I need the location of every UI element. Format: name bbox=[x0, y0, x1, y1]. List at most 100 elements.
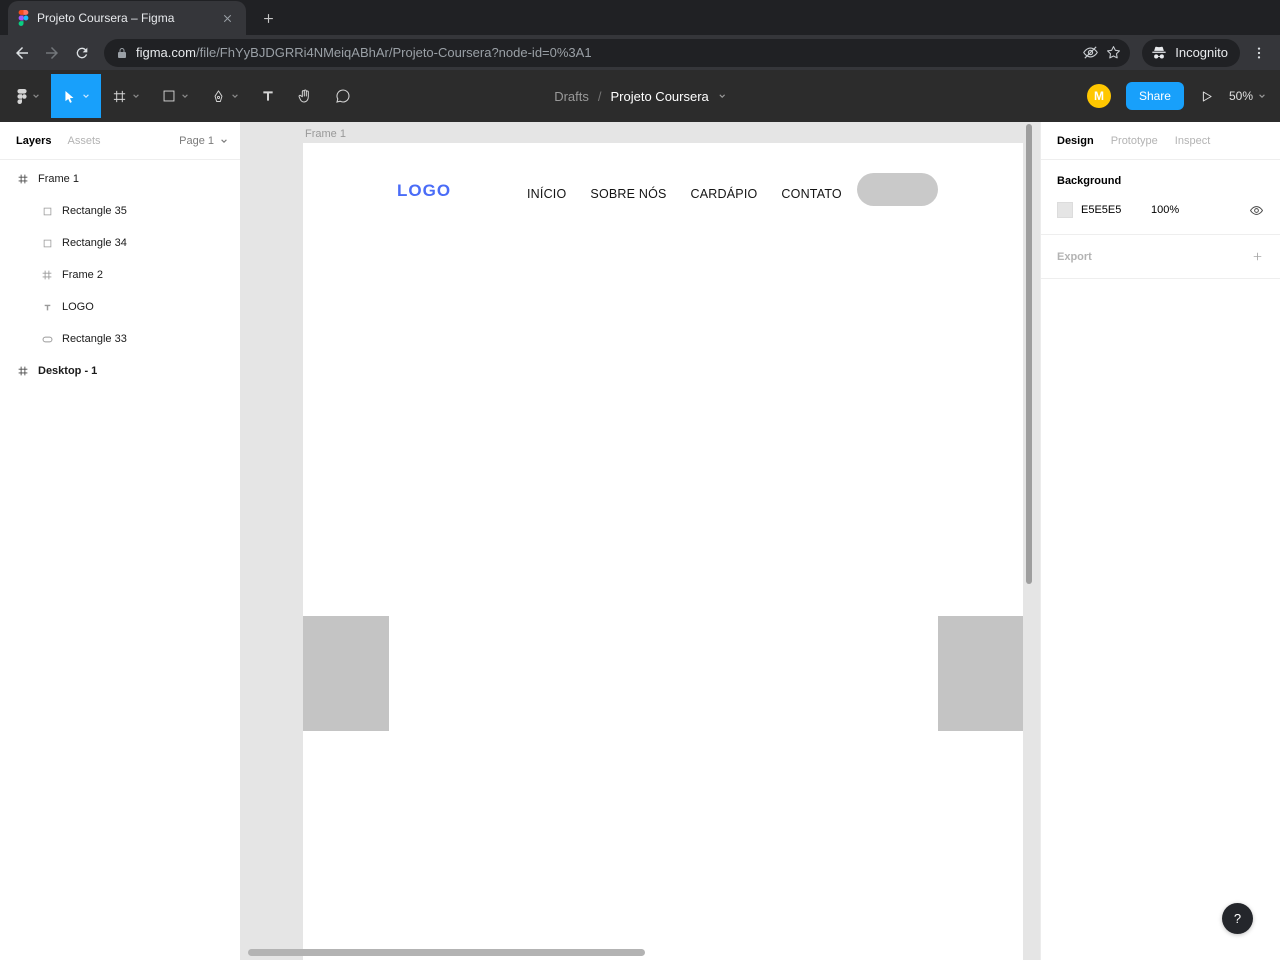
design-nav-item[interactable]: SOBRE NÓS bbox=[590, 188, 666, 201]
rectangle-icon bbox=[41, 239, 53, 248]
incognito-icon bbox=[1150, 44, 1168, 62]
background-opacity-value[interactable]: 100% bbox=[1151, 204, 1179, 216]
layers-panel: Layers Assets Page 1 Frame 1 Rectangle 3… bbox=[0, 122, 240, 960]
frame-name-label[interactable]: Frame 1 bbox=[305, 128, 346, 140]
address-input[interactable]: figma.com/file/FhYyBJDGRRi4NMeiqABhAr/Pr… bbox=[104, 38, 1131, 67]
present-icon[interactable] bbox=[1199, 89, 1214, 104]
tab-design[interactable]: Design bbox=[1057, 135, 1094, 147]
layer-label: Rectangle 34 bbox=[62, 237, 127, 249]
design-nav-item[interactable]: CARDÁPIO bbox=[691, 188, 758, 201]
design-nav-item[interactable]: CONTATO bbox=[781, 188, 841, 201]
vertical-scrollbar[interactable] bbox=[1026, 124, 1032, 584]
frame-icon bbox=[41, 270, 53, 280]
layer-row-desktop-1[interactable]: Desktop - 1 bbox=[0, 355, 240, 387]
chevron-down-icon bbox=[132, 92, 140, 100]
help-button[interactable]: ? bbox=[1222, 903, 1253, 934]
figma-toolbar: Drafts / Projeto Coursera M Share 50% bbox=[0, 70, 1280, 122]
breadcrumb: Drafts / Projeto Coursera bbox=[554, 70, 726, 122]
url-path: /file/FhYyBJDGRRi4NMeiqABhAr/Projeto-Cou… bbox=[195, 45, 592, 60]
frame-icon bbox=[17, 366, 29, 376]
chevron-down-icon bbox=[1258, 92, 1266, 100]
tab-prototype[interactable]: Prototype bbox=[1111, 135, 1158, 147]
page-label: Page 1 bbox=[179, 134, 214, 147]
layer-row-rectangle-34[interactable]: Rectangle 34 bbox=[0, 227, 240, 259]
add-export-icon[interactable] bbox=[1251, 250, 1264, 263]
breadcrumb-drafts[interactable]: Drafts bbox=[554, 89, 589, 104]
inspector-panel: Design Prototype Inspect Background E5E5… bbox=[1040, 122, 1280, 960]
browser-tab-strip: Projeto Coursera – Figma bbox=[0, 0, 1280, 35]
design-nav: INÍCIO SOBRE NÓS CARDÁPIO CONTATO bbox=[527, 188, 842, 201]
layer-label: LOGO bbox=[62, 301, 94, 313]
frame-tool-button[interactable] bbox=[101, 74, 151, 118]
rounded-rectangle-icon bbox=[41, 334, 53, 345]
bookmark-star-icon[interactable] bbox=[1105, 44, 1122, 61]
avatar[interactable]: M bbox=[1086, 84, 1111, 108]
comment-tool-button[interactable] bbox=[324, 74, 362, 118]
export-title: Export bbox=[1057, 250, 1092, 263]
browser-tab[interactable]: Projeto Coursera – Figma bbox=[8, 1, 246, 35]
pen-tool-button[interactable] bbox=[200, 74, 250, 118]
layer-row-frame-2[interactable]: Frame 2 bbox=[0, 259, 240, 291]
breadcrumb-separator: / bbox=[597, 88, 602, 104]
layer-label: Frame 2 bbox=[62, 269, 103, 281]
design-logo-text[interactable]: LOGO bbox=[397, 182, 451, 199]
chevron-down-icon bbox=[181, 92, 189, 100]
new-tab-button[interactable] bbox=[254, 4, 282, 32]
layer-row-frame-1[interactable]: Frame 1 bbox=[0, 163, 240, 195]
incognito-label: Incognito bbox=[1175, 45, 1228, 60]
layer-label: Rectangle 33 bbox=[62, 333, 127, 345]
zoom-level: 50% bbox=[1228, 89, 1253, 103]
design-nav-item[interactable]: INÍCIO bbox=[527, 188, 566, 201]
text-tool-button[interactable] bbox=[250, 74, 286, 118]
background-hex-value[interactable]: E5E5E5 bbox=[1081, 204, 1137, 216]
browser-menu-icon[interactable] bbox=[1246, 39, 1272, 67]
zoom-menu[interactable]: 50% bbox=[1229, 89, 1266, 103]
visibility-eye-icon[interactable] bbox=[1249, 203, 1264, 218]
move-tool-button[interactable] bbox=[51, 74, 101, 118]
page-selector[interactable]: Page 1 bbox=[179, 135, 228, 147]
design-button-placeholder[interactable] bbox=[857, 173, 938, 206]
background-section: Background E5E5E5 100% bbox=[1041, 160, 1280, 235]
tab-inspect[interactable]: Inspect bbox=[1175, 135, 1210, 147]
tab-assets[interactable]: Assets bbox=[67, 135, 100, 147]
design-image-placeholder-left[interactable] bbox=[303, 616, 389, 731]
url-text: figma.com/file/FhYyBJDGRRi4NMeiqABhAr/Pr… bbox=[136, 45, 1074, 60]
rectangle-icon bbox=[41, 207, 53, 216]
layer-row-rectangle-33[interactable]: Rectangle 33 bbox=[0, 323, 240, 355]
eye-blocked-icon[interactable] bbox=[1082, 44, 1099, 61]
text-layer-icon bbox=[41, 303, 53, 312]
frame-icon bbox=[17, 174, 29, 184]
hand-tool-button[interactable] bbox=[286, 74, 324, 118]
layer-label: Frame 1 bbox=[38, 173, 79, 185]
forward-icon[interactable] bbox=[38, 39, 66, 67]
url-domain: figma.com bbox=[136, 45, 196, 60]
tab-close-icon[interactable] bbox=[219, 10, 236, 27]
back-icon[interactable] bbox=[8, 39, 36, 67]
chevron-down-icon bbox=[231, 92, 239, 100]
incognito-badge: Incognito bbox=[1142, 38, 1240, 67]
figma-main-menu-button[interactable] bbox=[6, 74, 51, 118]
layer-label: Rectangle 35 bbox=[62, 205, 127, 217]
chevron-down-icon bbox=[221, 138, 227, 143]
layer-row-rectangle-35[interactable]: Rectangle 35 bbox=[0, 195, 240, 227]
chevron-down-icon bbox=[32, 92, 40, 100]
refresh-icon[interactable] bbox=[68, 39, 96, 67]
figma-favicon-icon bbox=[18, 10, 29, 26]
document-title[interactable]: Projeto Coursera bbox=[611, 89, 709, 104]
design-image-placeholder-right[interactable] bbox=[938, 616, 1023, 731]
horizontal-scrollbar[interactable] bbox=[248, 949, 645, 956]
chevron-down-icon bbox=[82, 92, 90, 100]
canvas[interactable]: Frame 1 LOGO INÍCIO SOBRE NÓS CARDÁPIO C… bbox=[240, 122, 1040, 960]
layer-row-logo[interactable]: LOGO bbox=[0, 291, 240, 323]
share-button[interactable]: Share bbox=[1125, 82, 1184, 110]
color-swatch[interactable] bbox=[1057, 202, 1073, 218]
design-frame[interactable]: LOGO INÍCIO SOBRE NÓS CARDÁPIO CONTATO bbox=[303, 143, 1023, 960]
tab-title: Projeto Coursera – Figma bbox=[37, 11, 175, 25]
chevron-down-icon[interactable] bbox=[718, 92, 726, 100]
shape-tool-button[interactable] bbox=[151, 74, 200, 118]
export-section: Export bbox=[1041, 235, 1280, 279]
lock-icon bbox=[116, 46, 128, 60]
browser-address-bar: figma.com/file/FhYyBJDGRRi4NMeiqABhAr/Pr… bbox=[0, 35, 1280, 70]
tab-layers[interactable]: Layers bbox=[16, 135, 51, 147]
background-title: Background bbox=[1057, 175, 1122, 187]
